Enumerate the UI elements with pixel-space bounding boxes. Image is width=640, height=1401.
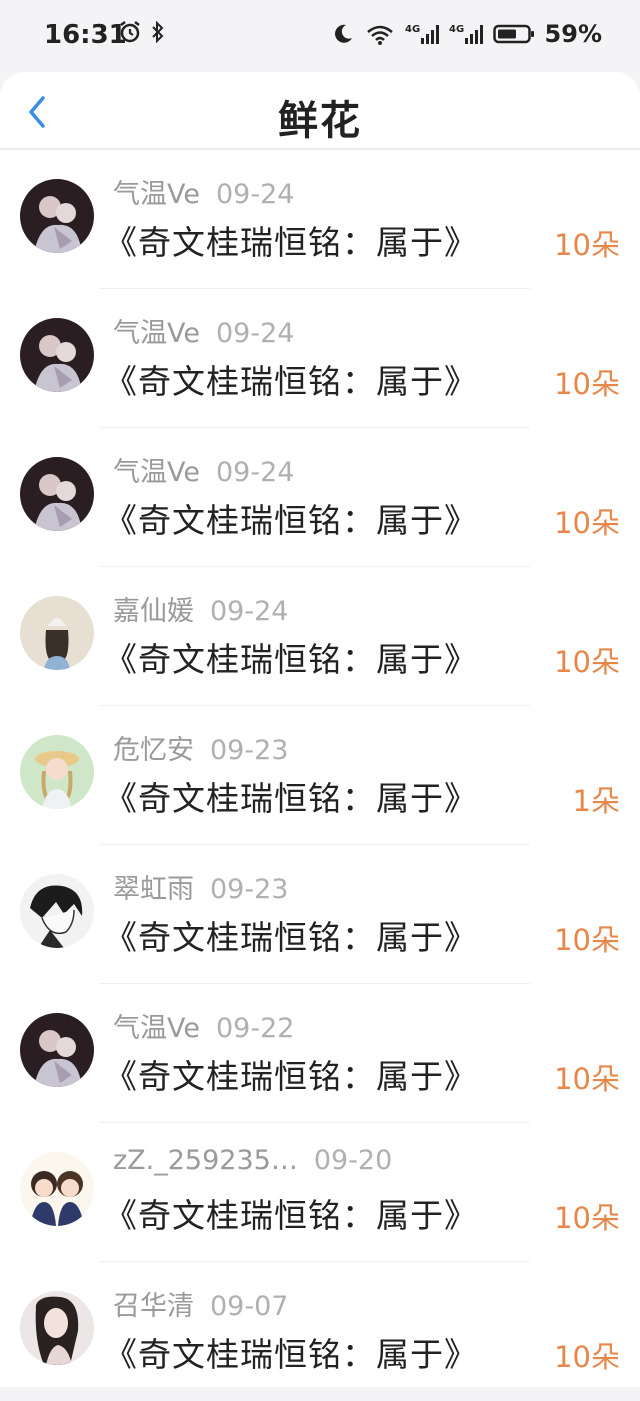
book-title: 《奇文桂瑞恒铭：属于》 bbox=[104, 1196, 478, 1235]
user-avatar[interactable] bbox=[20, 1291, 94, 1365]
user-avatar[interactable] bbox=[20, 457, 94, 531]
date: 09-24 bbox=[210, 596, 289, 627]
list-item[interactable]: 危忆安 09-23 《奇文桂瑞恒铭：属于》 1朵 bbox=[0, 706, 640, 845]
user-avatar[interactable] bbox=[20, 318, 94, 392]
list-item[interactable]: 气温Ve 09-22 《奇文桂瑞恒铭：属于》 10朵 bbox=[0, 984, 640, 1123]
list-item[interactable]: 嘉仙媛 09-24 《奇文桂瑞恒铭：属于》 10朵 bbox=[0, 567, 640, 706]
user-name: zZ._259235… bbox=[113, 1145, 298, 1176]
user-name: 嘉仙媛 bbox=[113, 596, 194, 627]
list-item[interactable]: 气温Ve 09-24 《奇文桂瑞恒铭：属于》 10朵 bbox=[0, 428, 640, 567]
list-item[interactable]: 召华清 09-07 《奇文桂瑞恒铭：属于》 10朵 bbox=[0, 1262, 640, 1401]
status-bar: 16:31 4G 4G 59% bbox=[0, 0, 640, 72]
user-name: 气温Ve bbox=[113, 457, 200, 488]
book-title: 《奇文桂瑞恒铭：属于》 bbox=[104, 1057, 478, 1096]
svg-text:4G: 4G bbox=[449, 24, 464, 35]
date: 09-24 bbox=[216, 179, 295, 210]
list-item[interactable]: 气温Ve 09-24 《奇文桂瑞恒铭：属于》 10朵 bbox=[0, 150, 640, 289]
svg-text:4G: 4G bbox=[405, 24, 420, 35]
user-name: 召华清 bbox=[113, 1291, 194, 1322]
flower-count: 10朵 bbox=[554, 645, 620, 679]
user-name: 危忆安 bbox=[113, 735, 194, 766]
nav-bar: 鲜花 bbox=[0, 72, 640, 148]
book-title: 《奇文桂瑞恒铭：属于》 bbox=[104, 918, 478, 957]
signal-4g-icon: 4G bbox=[405, 24, 439, 44]
date: 09-23 bbox=[210, 874, 289, 905]
date: 09-23 bbox=[210, 735, 289, 766]
list-item[interactable]: 翠虹雨 09-23 《奇文桂瑞恒铭：属于》 10朵 bbox=[0, 845, 640, 984]
flower-count: 10朵 bbox=[554, 1340, 620, 1374]
date: 09-24 bbox=[216, 318, 295, 349]
book-title: 《奇文桂瑞恒铭：属于》 bbox=[104, 779, 478, 818]
book-title: 《奇文桂瑞恒铭：属于》 bbox=[104, 1335, 478, 1374]
flower-count: 10朵 bbox=[554, 228, 620, 262]
flower-count: 1朵 bbox=[572, 784, 620, 818]
flower-count: 10朵 bbox=[554, 506, 620, 540]
user-name: 气温Ve bbox=[113, 318, 200, 349]
flower-list: 气温Ve 09-24 《奇文桂瑞恒铭：属于》 10朵 气温Ve 09-24 《奇文桂… bbox=[0, 150, 640, 1387]
user-avatar[interactable] bbox=[20, 179, 94, 253]
alarm-icon bbox=[120, 21, 140, 43]
book-title: 《奇文桂瑞恒铭：属于》 bbox=[104, 223, 478, 262]
list-item[interactable]: zZ._259235… 09-20 《奇文桂瑞恒铭：属于》 10朵 bbox=[0, 1123, 640, 1262]
user-name: 气温Ve bbox=[113, 179, 200, 210]
bluetooth-icon bbox=[152, 20, 164, 44]
book-title: 《奇文桂瑞恒铭：属于》 bbox=[104, 640, 478, 679]
page-title: 鲜花 bbox=[278, 98, 362, 144]
status-time: 16:31 bbox=[44, 20, 127, 50]
flower-count: 10朵 bbox=[554, 1062, 620, 1096]
date: 09-20 bbox=[313, 1145, 393, 1176]
user-avatar[interactable] bbox=[20, 1013, 94, 1087]
book-title: 《奇文桂瑞恒铭：属于》 bbox=[104, 501, 478, 540]
battery-percent: 59% bbox=[544, 20, 602, 48]
wifi-icon bbox=[366, 25, 393, 45]
signal-4g-icon-2: 4G bbox=[449, 24, 483, 44]
user-name: 翠虹雨 bbox=[113, 874, 194, 905]
flower-count: 10朵 bbox=[554, 923, 620, 957]
moon-icon bbox=[334, 24, 352, 43]
flower-count: 10朵 bbox=[554, 1201, 620, 1235]
date: 09-22 bbox=[216, 1013, 295, 1044]
user-avatar[interactable] bbox=[20, 874, 94, 948]
battery-icon bbox=[492, 24, 534, 44]
user-avatar[interactable] bbox=[20, 1152, 94, 1226]
date: 09-24 bbox=[216, 457, 295, 488]
user-avatar[interactable] bbox=[20, 596, 94, 670]
user-name: 气温Ve bbox=[113, 1013, 200, 1044]
date: 09-07 bbox=[210, 1291, 289, 1322]
user-avatar[interactable] bbox=[20, 735, 94, 809]
flower-count: 10朵 bbox=[554, 367, 620, 401]
list-item[interactable]: 气温Ve 09-24 《奇文桂瑞恒铭：属于》 10朵 bbox=[0, 289, 640, 428]
book-title: 《奇文桂瑞恒铭：属于》 bbox=[104, 362, 478, 401]
